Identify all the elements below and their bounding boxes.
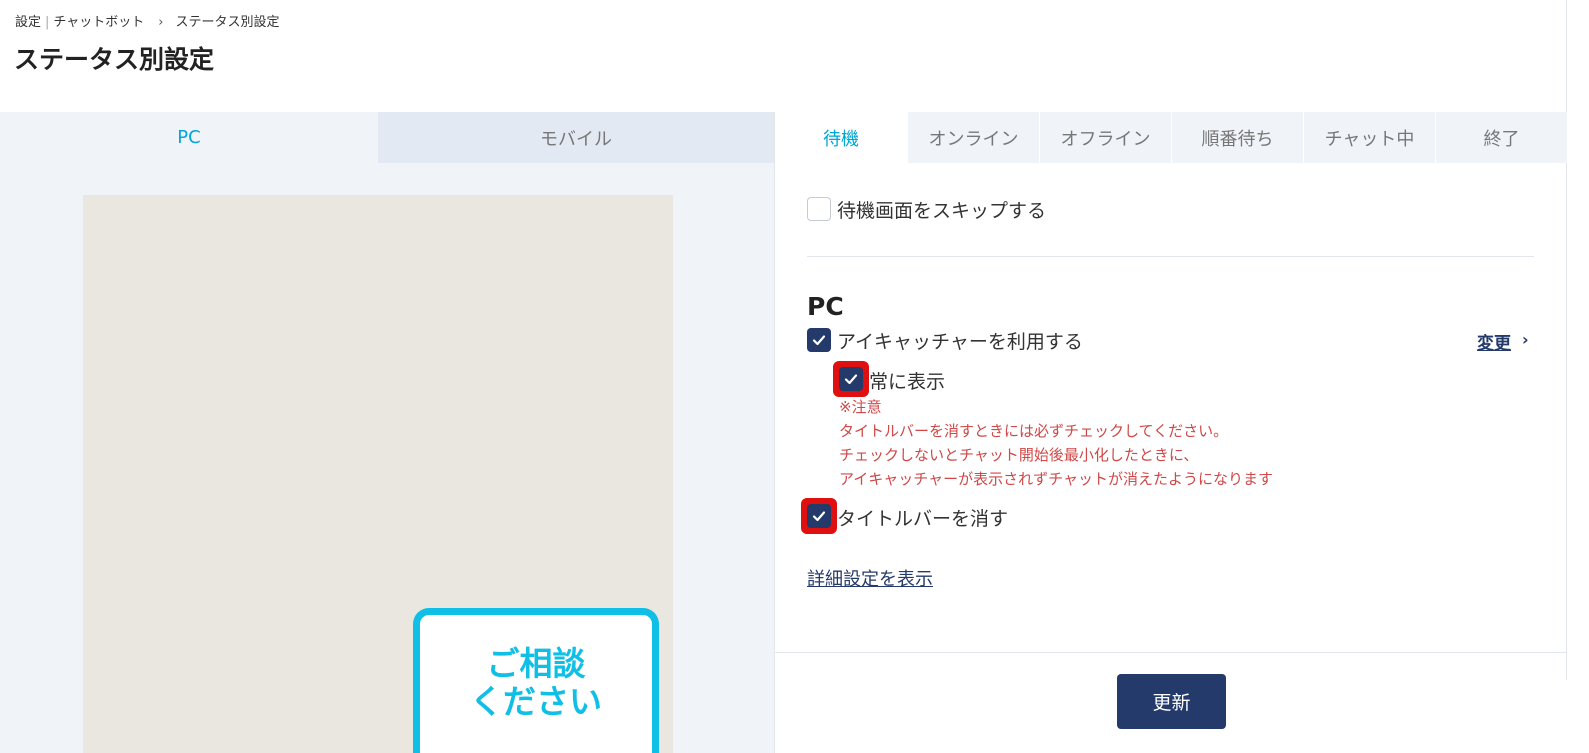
skip-waiting-label: 待機画面をスキップする	[837, 200, 1047, 222]
eyecatcher-preview: ご相談 ください	[413, 608, 659, 753]
chevron-right-icon: ›	[1522, 330, 1529, 349]
tab-offline[interactable]: オフライン	[1039, 112, 1171, 163]
tab-ended[interactable]: 終了	[1435, 112, 1567, 163]
note-line: アイキャッチャーが表示されずチャットが消えたようになります	[839, 470, 1273, 488]
status-tabs: 待機 オンライン オフライン 順番待ち チャット中 終了	[775, 112, 1567, 163]
tab-mobile[interactable]: モバイル	[378, 112, 774, 163]
breadcrumb-separator: |	[45, 15, 50, 30]
breadcrumb-current: ステータス別設定	[175, 15, 280, 30]
tab-waiting[interactable]: 待機	[775, 112, 907, 163]
device-tabs: PC モバイル	[0, 112, 774, 163]
panel-divider	[774, 112, 775, 753]
note-line: チェックしないとチャット開始後最小化したときに、	[839, 446, 1199, 464]
use-eyecatcher-checkbox[interactable]	[807, 328, 831, 352]
check-icon	[812, 335, 826, 346]
breadcrumb: 設定 | チャットボット › ステータス別設定	[15, 11, 280, 30]
warning-note: ※注意 タイトルバーを消すときには必ずチェックしてください。 チェックしないとチ…	[839, 395, 1273, 491]
eyecatcher-text: ご相談 ください	[470, 644, 602, 721]
breadcrumb-root[interactable]: 設定	[15, 15, 41, 30]
change-link[interactable]: 変更	[1477, 329, 1511, 354]
right-edge-border	[1566, 0, 1567, 680]
tab-queue[interactable]: 順番待ち	[1171, 112, 1303, 163]
update-button[interactable]: 更新	[1117, 674, 1226, 729]
page-header: 設定 | チャットボット › ステータス別設定 ステータス別設定	[0, 0, 1567, 112]
use-eyecatcher-label: アイキャッチャーを利用する	[837, 331, 1083, 353]
always-show-checkbox[interactable]	[839, 367, 863, 391]
tab-chatting[interactable]: チャット中	[1303, 112, 1435, 163]
section-title-pc: PC	[807, 292, 844, 321]
breadcrumb-parent[interactable]: チャットボット	[53, 15, 144, 30]
check-icon	[812, 511, 826, 522]
section-divider	[807, 256, 1534, 257]
check-icon	[844, 374, 858, 385]
tab-online[interactable]: オンライン	[907, 112, 1039, 163]
page-title: ステータス別設定	[14, 45, 215, 74]
tab-pc[interactable]: PC	[0, 112, 378, 163]
footer-divider	[775, 652, 1567, 653]
note-line: タイトルバーを消すときには必ずチェックしてください。	[839, 422, 1229, 440]
preview-canvas: ご相談 ください	[83, 195, 673, 753]
note-line: ※注意	[839, 398, 882, 416]
hide-titlebar-checkbox[interactable]	[807, 504, 831, 528]
hide-titlebar-label: タイトルバーを消す	[837, 508, 1009, 530]
skip-waiting-checkbox[interactable]	[807, 197, 831, 221]
breadcrumb-arrow: ›	[158, 15, 164, 30]
show-details-link[interactable]: 詳細設定を表示	[807, 565, 933, 591]
always-show-label: 常に表示	[869, 371, 946, 393]
preview-panel: PC モバイル ご相談 ください	[0, 112, 774, 753]
